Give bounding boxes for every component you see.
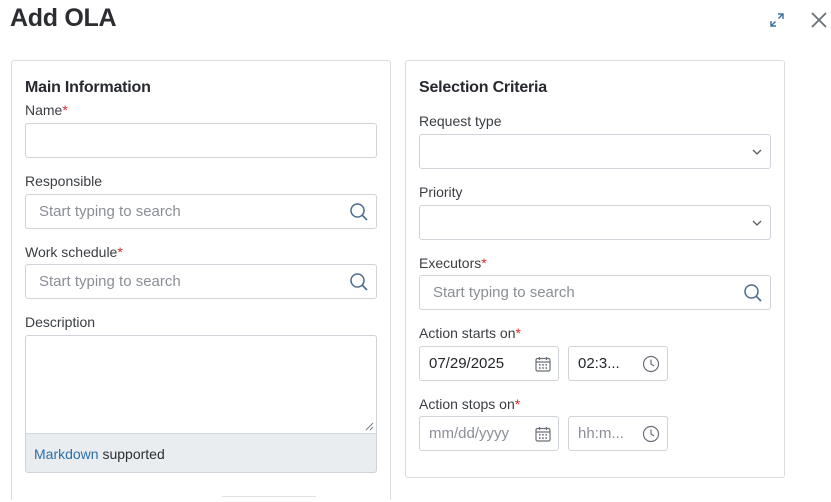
responsible-label: Responsible (25, 173, 103, 189)
search-icon[interactable] (742, 282, 764, 304)
footer-edge (222, 496, 316, 502)
markdown-hint: Markdown supported (34, 446, 165, 462)
stops-date-input[interactable]: mm/dd/yyyy (419, 416, 559, 451)
clock-icon[interactable] (640, 423, 662, 445)
chevron-down-icon (746, 212, 768, 234)
action-stops-label: Action stops on* (419, 396, 521, 412)
selection-criteria-panel: Selection Criteria Request type Priority… (405, 60, 785, 478)
clock-icon[interactable] (640, 353, 662, 375)
executors-input[interactable]: Start typing to search (419, 275, 771, 310)
action-starts-label: Action starts on* (419, 325, 521, 341)
description-textarea[interactable] (25, 335, 377, 433)
starts-date-input[interactable]: 07/29/2025 (419, 346, 559, 381)
main-information-title: Main Information (25, 79, 151, 96)
request-type-select[interactable] (419, 134, 771, 169)
search-icon[interactable] (348, 271, 370, 293)
resize-handle-icon[interactable] (365, 422, 374, 431)
expand-icon (770, 13, 784, 27)
markdown-link[interactable]: Markdown (34, 446, 99, 462)
description-label: Description (25, 314, 96, 330)
request-type-label: Request type (419, 113, 502, 129)
search-icon[interactable] (348, 201, 370, 223)
name-input[interactable] (25, 123, 377, 158)
priority-label: Priority (419, 184, 463, 200)
expand-button[interactable] (766, 9, 788, 31)
work-schedule-label: Work schedule* (25, 244, 123, 260)
work-schedule-input[interactable]: Start typing to search (25, 264, 377, 299)
calendar-icon[interactable] (532, 423, 554, 445)
close-icon (811, 12, 827, 28)
dialog-title: Add OLA (10, 4, 117, 32)
name-label: Name* (25, 102, 68, 118)
calendar-icon[interactable] (532, 353, 554, 375)
main-information-panel: Main Information Name* Responsible Start… (11, 60, 391, 500)
selection-criteria-title: Selection Criteria (419, 79, 548, 96)
priority-select[interactable] (419, 205, 771, 240)
stops-time-input[interactable]: hh:m... (568, 416, 668, 451)
close-button[interactable] (808, 9, 830, 31)
chevron-down-icon (746, 141, 768, 163)
starts-time-input[interactable]: 02:3... (568, 346, 668, 381)
markdown-hint-bar: Markdown supported (25, 433, 377, 473)
executors-label: Executors* (419, 255, 487, 271)
responsible-input[interactable]: Start typing to search (25, 194, 377, 229)
